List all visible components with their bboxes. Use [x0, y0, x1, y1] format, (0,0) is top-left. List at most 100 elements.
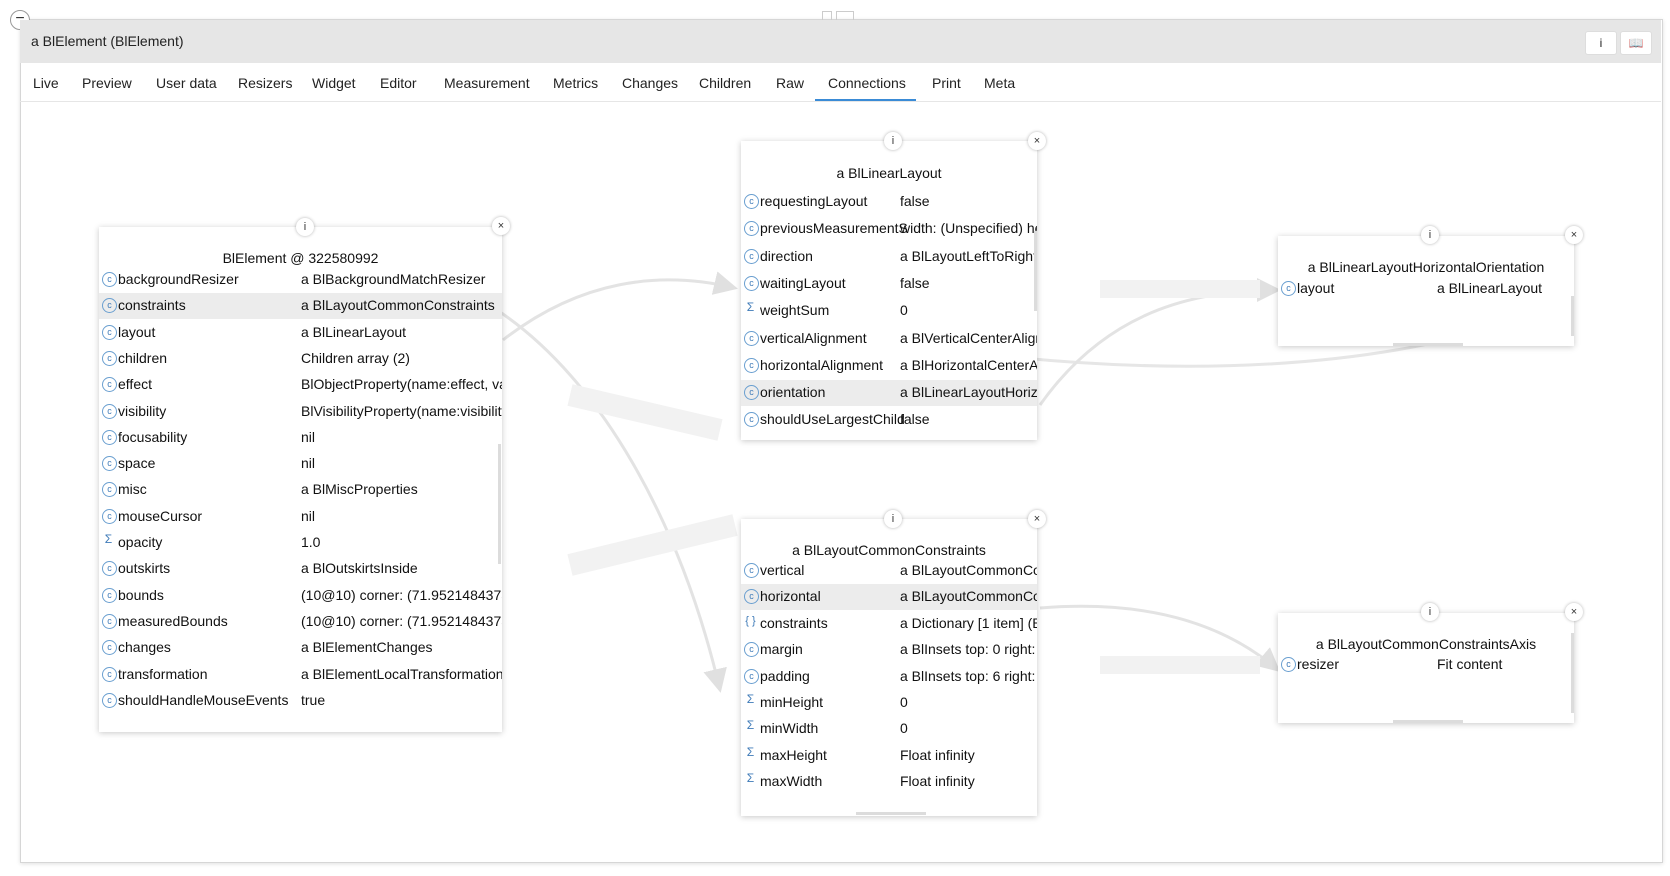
row-value: Float infinity	[900, 773, 975, 790]
class-icon: c	[744, 563, 759, 578]
close-icon[interactable]: ×	[1565, 603, 1583, 621]
close-icon[interactable]: ×	[1028, 510, 1046, 528]
inspector-row[interactable]: ΣweightSum 0	[741, 298, 1037, 324]
sigma-icon: Σ	[104, 532, 113, 546]
inspector-row[interactable]: c resizer Fit content	[1278, 652, 1574, 678]
row-value: (10@10) corner: (71.95214843750	[301, 612, 502, 629]
inspector-row[interactable]: c changes a BlElementChanges	[99, 635, 502, 661]
inspector-row[interactable]: c visibility BlVisibilityProperty(name:vis…	[99, 399, 502, 425]
panel-linear-layout-scrollbar[interactable]	[1034, 231, 1037, 311]
class-icon: c	[744, 194, 759, 209]
sigma-icon: Σ	[746, 718, 755, 733]
inspector-row[interactable]: c padding a BlInsets top: 6 right: 6	[741, 664, 1037, 690]
panel-horizontal-orientation-scrollbar[interactable]	[1571, 296, 1574, 336]
inspector-row[interactable]: c bounds (10@10) corner: (71.95214843750	[99, 583, 502, 609]
row-name: verticalAlignment	[760, 329, 867, 346]
inspector-row[interactable]: c children Children array (2)	[99, 346, 502, 372]
inspector-row[interactable]: c horizontalAlignment a BlHorizontalCenter…	[741, 353, 1037, 379]
row-name: maxHeight	[760, 746, 827, 763]
row-name: resizer	[1297, 656, 1340, 672]
class-icon: c	[744, 221, 759, 237]
inspector-row[interactable]: Σopacity 1.0	[99, 530, 502, 556]
row-value: width: (Unspecified) heig	[900, 220, 1037, 237]
class-icon: c	[1281, 281, 1296, 296]
info-icon[interactable]: i	[1421, 603, 1439, 621]
row-value: 0	[900, 720, 908, 737]
inspector-row[interactable]: c outskirts a BlOutskirtsInside	[99, 556, 502, 582]
row-value: a BlLayoutCommonCon	[900, 562, 1037, 578]
row-name: bounds	[118, 586, 164, 603]
panel-horizontal-orientation-title: a BlLinearLayoutHorizontalOrientation	[1307, 259, 1545, 275]
info-icon[interactable]: i	[884, 510, 902, 528]
row-value: a BlOutskirtsInside	[301, 560, 418, 577]
panel-linear-layout: a BlLinearLayout c requestingLayout false c…	[741, 141, 1037, 440]
class-icon: c	[102, 587, 117, 603]
inspector-row[interactable]: c shouldUseLargestChild false	[741, 407, 1037, 433]
class-icon: c	[102, 508, 117, 524]
class-icon: c	[102, 482, 117, 498]
panel-constraints-axis-scrollbar[interactable]	[1571, 633, 1574, 713]
row-name: vertical	[760, 562, 805, 578]
row-name: effect	[118, 376, 152, 393]
inspector-row[interactable]: ΣminWidth 0	[741, 716, 1037, 742]
row-name: waitingLayout	[760, 274, 846, 291]
connector-layout-to-orientation	[1038, 278, 1281, 406]
shadow-arrow-2	[567, 514, 738, 576]
panel-common-constraints-hscroll[interactable]	[856, 812, 926, 815]
row-value: a BlLayoutCommonConstraints	[301, 297, 495, 314]
inspector-row[interactable]: c direction a BlLayoutLeftToRight	[741, 244, 1037, 270]
class-icon: c	[102, 324, 117, 340]
close-icon[interactable]: ×	[492, 217, 510, 235]
panel-constraints-axis: a BlLayoutCommonConstraintsAxis c resizer…	[1278, 613, 1574, 723]
inspector-row[interactable]: c effect BlObjectProperty(name:effect, val…	[99, 372, 502, 398]
panel-element-title: BlElement @ 322580992	[222, 250, 379, 266]
row-value: false	[900, 193, 930, 209]
inspector-row[interactable]: c requestingLayout false	[741, 189, 1037, 215]
info-icon[interactable]: i	[296, 218, 314, 236]
inspector-row[interactable]: c mouseCursor nil	[99, 504, 502, 530]
panel-horizontal-orientation-hscroll[interactable]	[1393, 343, 1463, 346]
inspector-row[interactable]: c space nil	[99, 451, 502, 477]
inspector-row[interactable]: c measuredBounds (10@10) corner: (71.95214…	[99, 609, 502, 635]
row-value: a BlLayoutCommonCon	[900, 588, 1037, 605]
row-name: minHeight	[760, 694, 824, 710]
inspector-row[interactable]: c constraints a BlLayoutCommonConstraints	[99, 293, 502, 320]
class-icon: c	[102, 640, 117, 656]
row-value: false	[900, 274, 930, 291]
row-value: true	[301, 691, 326, 708]
row-name: visibility	[118, 402, 167, 419]
inspector-row[interactable]: c layout a BlLinearLayout	[99, 320, 502, 346]
class-icon: c	[744, 412, 759, 428]
row-name: space	[118, 455, 156, 472]
inspector-row[interactable]: c horizontal a BlLayoutCommonCon	[741, 584, 1037, 611]
inspector-row[interactable]: c waitingLayout false	[741, 271, 1037, 297]
close-icon[interactable]: ×	[1028, 132, 1046, 150]
inspector-row[interactable]: ΣminHeight 0	[741, 690, 1037, 716]
row-name: orientation	[760, 384, 826, 401]
close-icon[interactable]: ×	[1565, 226, 1583, 244]
class-icon: c	[744, 642, 759, 658]
row-name: layout	[1297, 280, 1335, 296]
inspector-row[interactable]: ΣmaxWidth Float infinity	[741, 769, 1037, 795]
class-icon: c	[744, 330, 759, 346]
inspector-row[interactable]: c margin a BlInsets top: 0 right: 0	[741, 637, 1037, 663]
row-value: Float infinity	[900, 746, 975, 763]
info-icon[interactable]: i	[884, 132, 902, 150]
info-icon[interactable]: i	[1421, 226, 1439, 244]
inspector-row[interactable]: corientation a BlLinearLayoutHorizon	[741, 380, 1037, 407]
inspector-row[interactable]: c vertical a BlLayoutCommonCon	[741, 558, 1037, 584]
inspector-row[interactable]: c focusability nil	[99, 425, 502, 451]
panel-element-scrollbar[interactable]	[498, 444, 501, 564]
row-name: constraints	[760, 614, 828, 631]
inspector-row[interactable]: c misc a BlMiscProperties	[99, 477, 502, 503]
inspector-row[interactable]: c transformation a BlElementLocalTransform…	[99, 662, 502, 688]
inspector-row[interactable]: c backgroundResizer a BlBackgroundMatchRes…	[99, 267, 502, 293]
inspector-row[interactable]: c shouldHandleMouseEvents true	[99, 688, 502, 714]
inspector-row[interactable]: c previousMeasurementS width: (Unspecified…	[741, 216, 1037, 242]
inspector-row[interactable]: { } constraints a Dictionary [1 item] (BlL	[741, 611, 1037, 637]
inspector-row[interactable]: c verticalAlignment a BlVerticalCenterAlig…	[741, 326, 1037, 352]
row-value: nil	[301, 428, 316, 445]
panel-constraints-axis-hscroll[interactable]	[1393, 720, 1463, 723]
inspector-row[interactable]: c layout a BlLinearLayout	[1278, 276, 1574, 302]
inspector-row[interactable]: ΣmaxHeight Float infinity	[741, 743, 1037, 769]
